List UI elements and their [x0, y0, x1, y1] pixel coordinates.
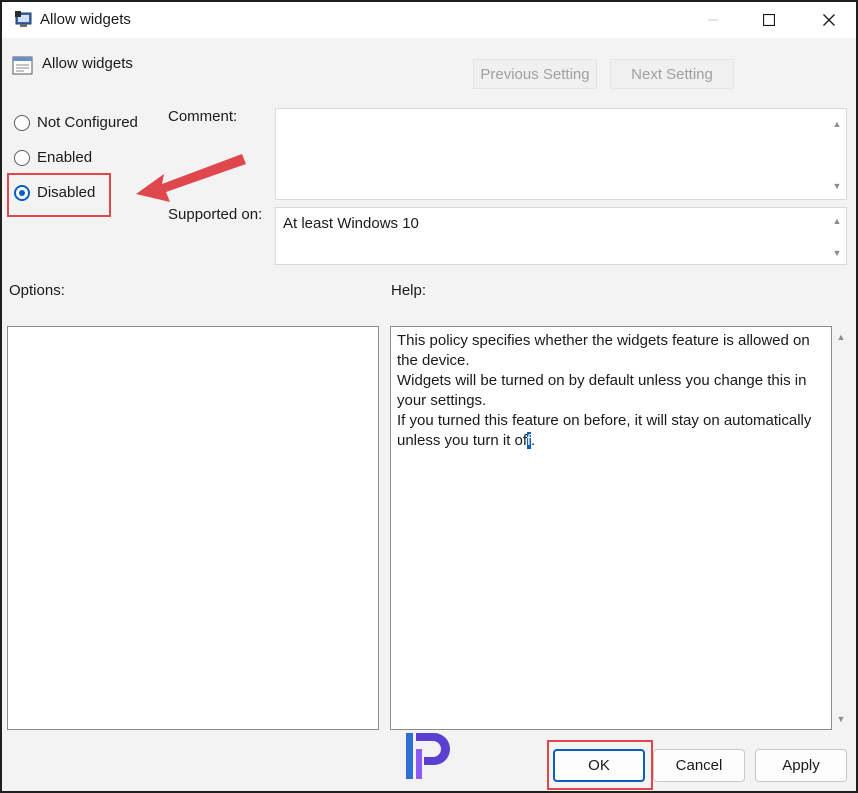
help-text: This policy specifies whether the widget…	[397, 331, 829, 451]
annotation-highlight-disabled	[7, 173, 111, 217]
radio-circle	[14, 114, 30, 131]
annotation-highlight-ok	[547, 740, 653, 790]
policy-setting-icon	[12, 56, 33, 75]
minimize-button[interactable]	[688, 2, 738, 38]
help-line-text: If you turned this feature on before, it…	[397, 412, 812, 449]
supported-on-value: At least Windows 10	[283, 215, 419, 232]
help-pane: This policy specifies whether the widget…	[390, 326, 832, 730]
title-bar: Allow widgets	[2, 2, 856, 38]
radio-label: Not Configured	[37, 114, 138, 131]
options-label: Options:	[9, 282, 65, 299]
close-button[interactable]	[804, 2, 854, 38]
minimize-icon	[708, 19, 718, 21]
comment-input[interactable]: ▲ ▼	[275, 108, 847, 200]
window-title: Allow widgets	[40, 11, 131, 28]
radio-enabled[interactable]: Enabled	[14, 149, 92, 166]
annotation-arrow-icon	[136, 154, 246, 202]
close-icon	[823, 14, 835, 26]
radio-circle	[14, 149, 30, 166]
maximize-button[interactable]	[744, 2, 794, 38]
apply-button[interactable]: Apply	[755, 749, 847, 782]
help-line: If you turned this feature on before, it…	[397, 411, 829, 451]
supported-on-label: Supported on:	[168, 206, 263, 223]
help-line: This policy specifies whether the widget…	[397, 332, 810, 369]
dialog-window: Allow widgets Allow widgets Previous Set…	[0, 0, 858, 793]
brand-logo-icon	[406, 733, 450, 779]
help-label: Help:	[391, 282, 427, 299]
radio-label: Enabled	[37, 149, 93, 166]
policy-name: Allow widgets	[42, 55, 133, 72]
scroll-down-icon[interactable]: ▼	[832, 248, 842, 258]
comment-label: Comment:	[168, 108, 238, 125]
next-setting-button[interactable]: Next Setting	[610, 59, 734, 89]
radio-not-configured[interactable]: Not Configured	[14, 114, 138, 131]
help-scroll-down-icon[interactable]: ▼	[836, 714, 846, 724]
scroll-up-icon[interactable]: ▲	[832, 216, 842, 226]
scroll-down-icon[interactable]: ▼	[832, 181, 842, 191]
scroll-up-icon[interactable]: ▲	[832, 119, 842, 129]
help-scroll-up-icon[interactable]: ▲	[836, 332, 846, 342]
help-line-end: .	[530, 432, 536, 449]
maximize-icon	[763, 14, 775, 26]
supported-on-field: At least Windows 10 ▲ ▼	[275, 207, 847, 265]
previous-setting-button[interactable]: Previous Setting	[473, 59, 597, 89]
cancel-button[interactable]: Cancel	[653, 749, 745, 782]
options-pane	[7, 326, 379, 730]
help-line: Widgets will be turned on by default unl…	[397, 372, 807, 409]
policy-editor-icon	[15, 11, 32, 27]
